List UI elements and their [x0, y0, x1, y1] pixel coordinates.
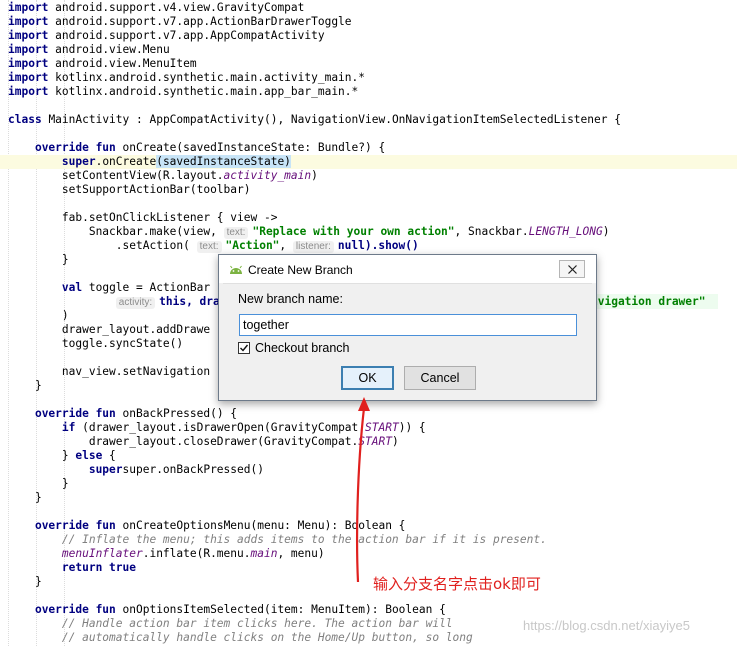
watermark: https://blog.csdn.net/xiayiye5: [523, 618, 690, 633]
annotation-text: 输入分支名字点击ok即可: [373, 575, 541, 593]
annotation-arrow: [355, 397, 370, 583]
